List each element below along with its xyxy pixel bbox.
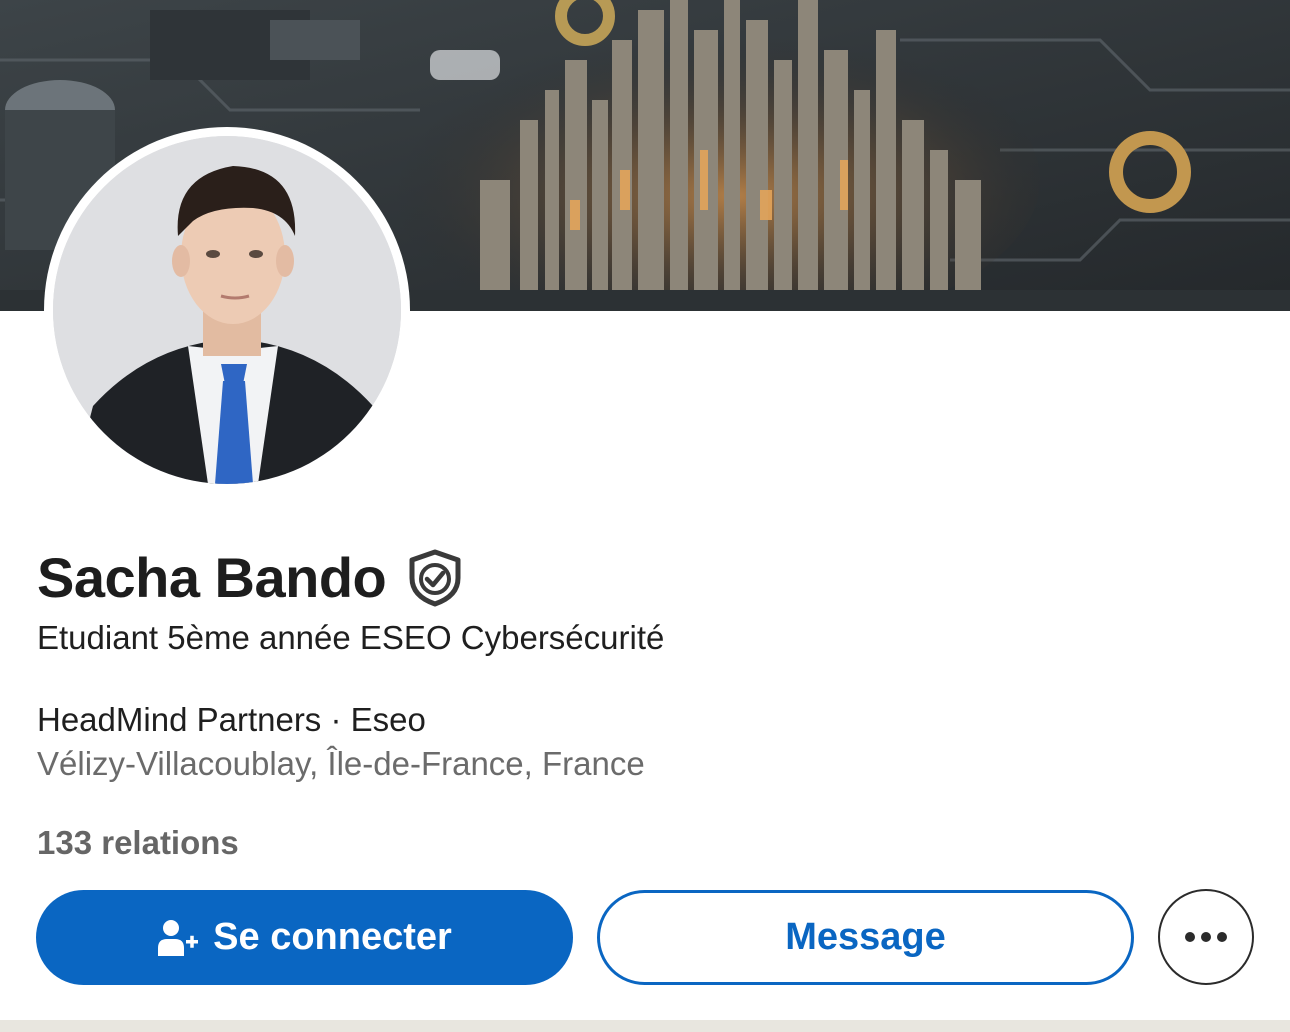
profile-headline: Etudiant 5ème année ESEO Cybersécurité [37,619,665,656]
connect-button[interactable]: Se connecter [36,890,573,985]
name-row: Sacha Bando [37,542,464,614]
ellipsis-icon [1184,931,1228,943]
avatar[interactable] [53,136,401,484]
add-person-icon [157,918,201,958]
section-divider [0,1020,1290,1032]
more-button[interactable] [1158,889,1254,985]
message-button[interactable]: Message [597,890,1134,985]
relations-count[interactable]: 133 relations [37,823,239,863]
profile-page: Sacha Bando Etudiant 5ème année ESEO Cyb… [0,0,1290,1032]
profile-company[interactable]: HeadMind Partners · Eseo [37,700,426,740]
shield-check-icon[interactable] [406,548,464,608]
connect-label: Se connecter [213,916,452,958]
profile-name: Sacha Bando [37,546,387,609]
profile-location: Vélizy-Villacoublay, Île-de-France, Fran… [37,745,645,782]
message-label: Message [785,916,946,958]
